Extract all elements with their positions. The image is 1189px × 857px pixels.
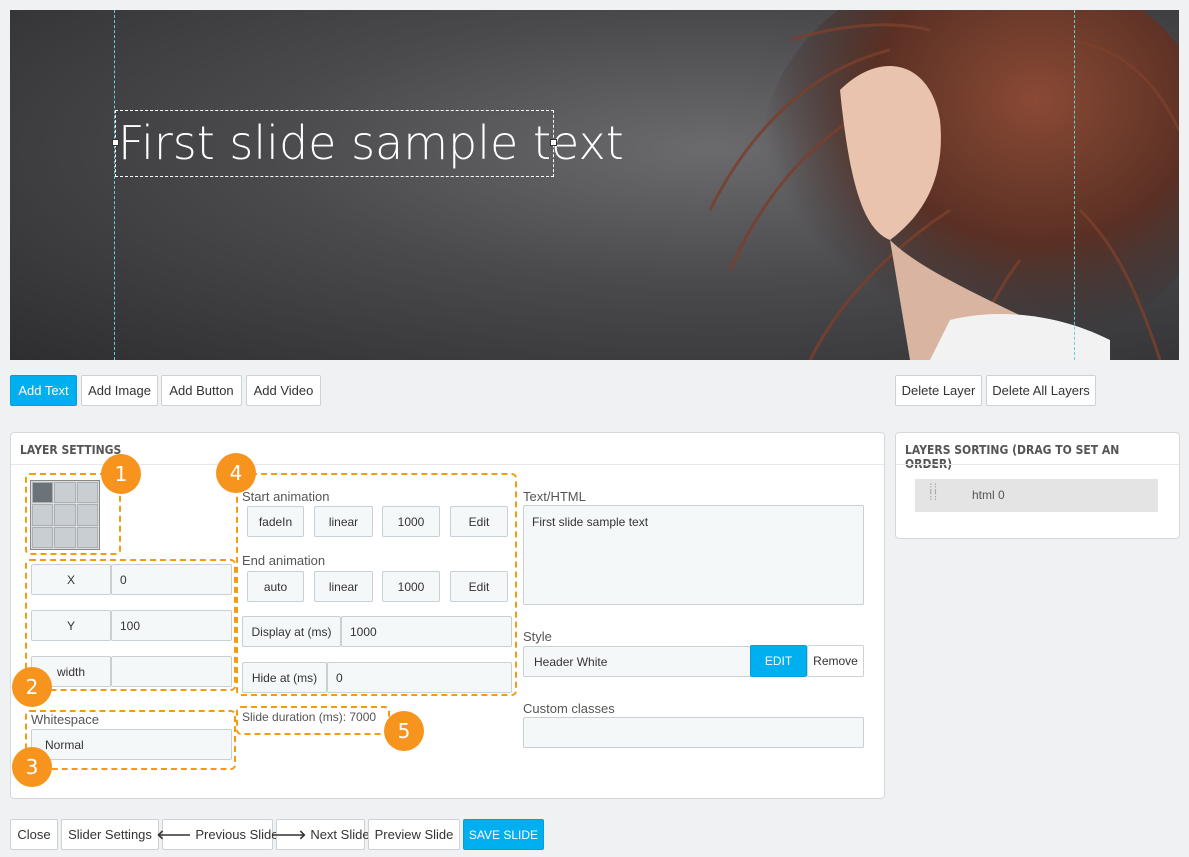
text-html-value: First slide sample text — [532, 515, 649, 529]
layers-sorting-title: LAYERS SORTING (DRAG TO SET AN ORDER) — [905, 443, 1120, 471]
previous-slide-button[interactable]: 🡐 Previous Slide — [157, 819, 279, 850]
save-slide-button[interactable]: SAVE SLIDE — [463, 819, 544, 850]
previous-slide-label: Previous Slide — [195, 827, 279, 842]
next-slide-button[interactable]: 🡒 Next Slide — [271, 819, 370, 850]
text-layer-content: First slide sample text — [118, 116, 624, 170]
annotation-box-5 — [236, 706, 390, 735]
style-edit-button[interactable]: EDIT — [750, 645, 807, 677]
custom-classes-label: Custom classes — [523, 701, 615, 716]
delete-layer-button[interactable]: Delete Layer — [895, 375, 982, 406]
next-slide-label: Next Slide — [310, 827, 370, 842]
annotation-box-4 — [236, 473, 517, 696]
drag-handle-icon[interactable]: ⁞⁞ ⁞⁞ — [929, 482, 938, 502]
annotation-box-3 — [25, 710, 236, 770]
text-html-label: Text/HTML — [523, 489, 586, 504]
annotation-badge-1: 1 — [101, 454, 141, 494]
annotation-badge-4: 4 — [216, 453, 256, 493]
add-image-button[interactable]: Add Image — [81, 375, 158, 406]
text-layer[interactable]: First slide sample text — [112, 110, 624, 177]
custom-classes-input[interactable] — [523, 717, 864, 748]
style-label: Style — [523, 629, 552, 644]
resize-handle-right[interactable] — [550, 139, 557, 146]
arrow-right-icon: 🡒 — [271, 826, 307, 842]
left-guide-line — [114, 10, 115, 360]
delete-all-layers-button[interactable]: Delete All Layers — [986, 375, 1096, 406]
style-remove-button[interactable]: Remove — [807, 645, 864, 677]
add-video-button[interactable]: Add Video — [246, 375, 321, 406]
layer-settings-title: LAYER SETTINGS — [20, 443, 122, 457]
resize-handle-left[interactable] — [112, 139, 119, 146]
slider-settings-button[interactable]: Slider Settings — [61, 819, 159, 850]
annotation-badge-2: 2 — [12, 667, 52, 707]
close-button[interactable]: Close — [10, 819, 58, 850]
arrow-left-icon: 🡐 — [156, 826, 192, 842]
panel-divider — [896, 464, 1179, 465]
annotation-box-2 — [25, 559, 236, 691]
layer-sort-item-label: html 0 — [972, 488, 1005, 502]
annotation-badge-3: 3 — [12, 747, 52, 787]
right-guide-line — [1074, 10, 1075, 360]
style-select[interactable]: Header White — [523, 646, 751, 677]
annotation-badge-5: 5 — [384, 711, 424, 751]
panel-divider — [11, 464, 884, 465]
text-html-textarea[interactable]: First slide sample text — [523, 505, 864, 605]
add-button-button[interactable]: Add Button — [161, 375, 242, 406]
preview-slide-button[interactable]: Preview Slide — [368, 819, 460, 850]
add-text-button[interactable]: Add Text — [10, 375, 77, 406]
woman-photo — [708, 10, 1179, 360]
slide-preview: First slide sample text — [10, 10, 1179, 360]
layer-sort-item[interactable]: ⁞⁞ ⁞⁞ html 0 — [915, 479, 1158, 512]
